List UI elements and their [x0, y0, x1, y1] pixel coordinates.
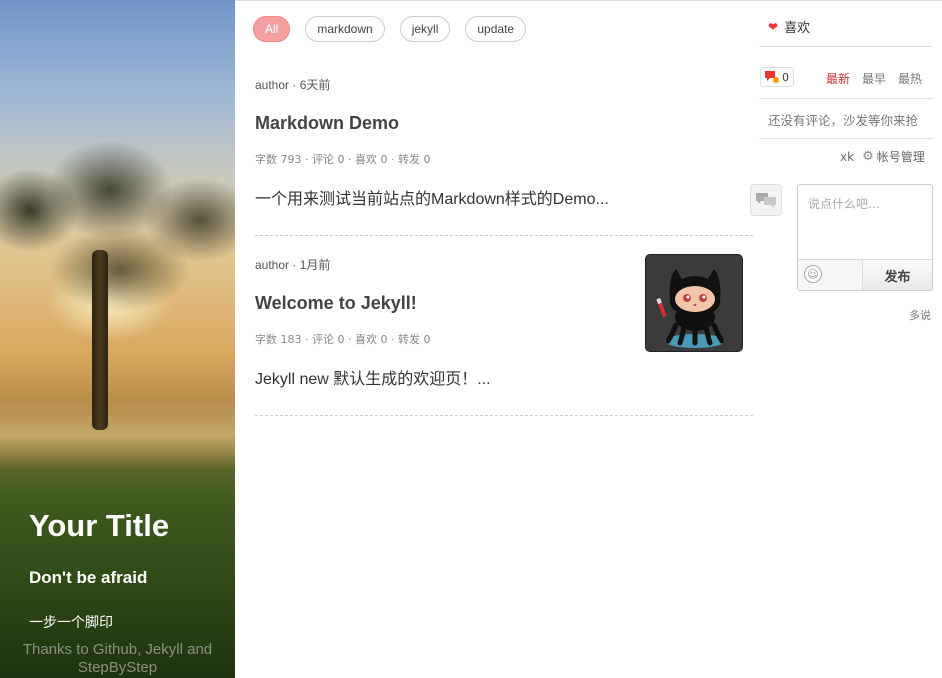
hero-panel: Your Title Don't be afraid 一步一个脚印 Thanks… — [0, 0, 235, 678]
site-subtitle: Don't be afraid — [29, 568, 148, 587]
comment-form: ☺ 发布 — [797, 184, 933, 291]
post-stats: 字数 183 · 评论 0 · 喜欢 0 · 转发 0 — [255, 333, 431, 346]
comment-bubbles-icon — [756, 193, 776, 208]
post-meta: author · 6天前 — [255, 78, 331, 92]
site-motto: 一步一个脚印 — [29, 615, 113, 631]
comment-toggle-button[interactable] — [750, 184, 782, 216]
post-title[interactable]: Markdown Demo — [255, 113, 399, 134]
sidebar-divider — [759, 138, 933, 139]
hero-mist — [0, 400, 235, 470]
post-meta: author · 1月前 — [255, 258, 331, 272]
sidebar-divider — [759, 46, 933, 47]
tag-markdown[interactable]: markdown — [305, 16, 385, 42]
account-settings-link[interactable]: ⚙ 帐号管理 — [862, 148, 925, 165]
publish-button[interactable]: 发布 — [862, 260, 932, 290]
comment-count-badge[interactable]: 0 — [760, 67, 794, 87]
post-excerpt: Jekyll new 默认生成的欢迎页！... — [255, 371, 491, 388]
powered-by-link[interactable]: 多说 — [909, 307, 931, 323]
like-label: 喜欢 — [784, 21, 811, 36]
post-excerpt: 一个用来测试当前站点的Markdown样式的Demo... — [255, 191, 609, 208]
post-item: author · 6天前 Markdown Demo 字数 793 · 评论 0… — [255, 76, 753, 236]
tag-jekyll[interactable]: jekyll — [399, 16, 451, 42]
sort-hottest[interactable]: 最热 — [898, 70, 922, 87]
like-button[interactable]: ❤ 喜欢 — [768, 17, 811, 37]
heart-icon: ❤ — [768, 19, 779, 34]
post-stats: 字数 793 · 评论 0 · 喜欢 0 · 转发 0 — [255, 153, 431, 166]
gear-icon: ⚙ — [862, 149, 874, 164]
tag-filter: All markdown jekyll update — [253, 16, 527, 42]
site-credits: Thanks to Github, Jekyll and StepByStep — [22, 641, 213, 676]
post-divider — [255, 235, 753, 236]
empty-comments-text: 还没有评论，沙发等你来抢 — [768, 113, 919, 128]
sort-newest[interactable]: 最新 — [826, 70, 850, 87]
post-item: author · 1月前 Welcome to Jekyll! 字数 183 ·… — [255, 254, 753, 416]
emoji-icon[interactable]: ☺ — [804, 265, 822, 283]
account-settings-label: 帐号管理 — [876, 150, 925, 164]
comment-sort: 最新 最早 最热 — [826, 70, 922, 87]
user-row: xk ⚙ 帐号管理 — [840, 148, 925, 165]
comment-toolbar: ☺ 发布 — [798, 259, 932, 290]
tag-all[interactable]: All — [253, 16, 291, 42]
post-title[interactable]: Welcome to Jekyll! — [255, 293, 417, 314]
site-title[interactable]: Your Title — [29, 508, 169, 544]
comment-count-icon — [765, 71, 779, 83]
post-divider — [255, 415, 753, 416]
comment-count: 0 — [782, 70, 789, 84]
hero-tree-trunk — [92, 250, 108, 430]
top-divider — [235, 0, 942, 1]
username[interactable]: xk — [840, 150, 854, 164]
sidebar-divider — [759, 98, 933, 99]
octocat-icon[interactable] — [645, 254, 743, 352]
hero-tree-canopy — [0, 120, 235, 350]
tag-update[interactable]: update — [465, 16, 527, 42]
sort-oldest[interactable]: 最早 — [862, 70, 886, 87]
comment-input[interactable] — [798, 185, 932, 260]
